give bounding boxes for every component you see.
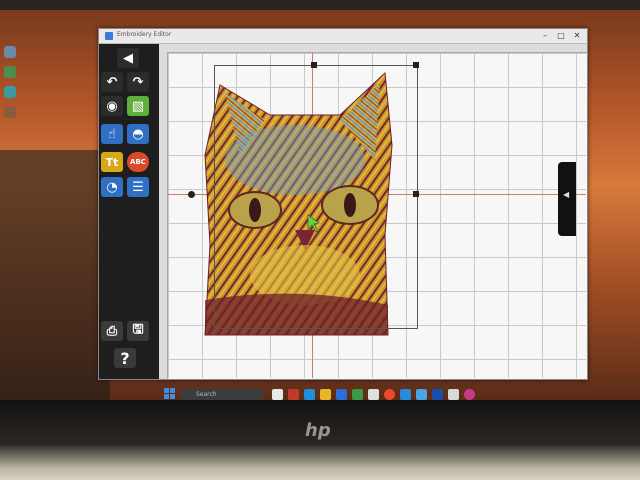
horizontal-ruler [159, 44, 587, 53]
design-canvas[interactable] [168, 53, 586, 378]
media-icon[interactable] [464, 389, 475, 400]
layers-icon: ☰ [132, 179, 144, 195]
select-button[interactable]: ☝ [101, 124, 123, 144]
palette-button[interactable]: ◔ [101, 177, 123, 197]
desktop-icon[interactable] [4, 66, 16, 78]
tool-palette: ◀ ↶ ↷ ◉ ▧ ☝ ◓ Tt ABC ◔ ☰ ⎙ 🖫 ? [99, 44, 159, 379]
chrome-icon[interactable] [384, 389, 395, 400]
save-button[interactable]: 🖫 [127, 321, 149, 341]
maximize-button[interactable]: □ [553, 29, 569, 43]
eye-icon: ◉ [106, 98, 118, 114]
hand-pointer-icon: ☝ [108, 126, 116, 142]
chevron-left-icon: ◀ [563, 190, 570, 199]
redo-button[interactable]: ↷ [127, 72, 149, 92]
hp-logo: hp [305, 420, 331, 441]
taskview-icon[interactable] [272, 389, 283, 400]
app-icon [105, 32, 113, 40]
selection-box [214, 65, 418, 329]
shape-icon: ◓ [132, 126, 144, 142]
title-bar: Embroidery Editor – □ ✕ [99, 29, 587, 44]
palette-icon: ◔ [106, 179, 118, 195]
app-icon[interactable] [288, 389, 299, 400]
side-panel-toggle[interactable]: ◀ [558, 162, 576, 236]
resize-handle-top[interactable] [311, 62, 317, 68]
settings-icon[interactable] [416, 389, 427, 400]
wallpaper-shadow [0, 150, 110, 400]
undo-icon: ↶ [106, 74, 118, 90]
back-button[interactable]: ◀ [117, 48, 139, 68]
desktop-icon[interactable] [4, 86, 16, 98]
desktop-icon[interactable] [4, 46, 16, 58]
vertical-ruler [159, 52, 168, 379]
shape-button[interactable]: ◓ [127, 124, 149, 144]
text-button[interactable]: Tt [101, 152, 123, 172]
image-icon: ▧ [131, 98, 145, 114]
mail-icon[interactable] [352, 389, 363, 400]
calendar-icon[interactable] [368, 389, 379, 400]
word-icon[interactable] [432, 389, 443, 400]
resize-handle-top-right[interactable] [413, 62, 419, 68]
save-icon: 🖫 [132, 322, 144, 337]
file-explorer-icon[interactable] [320, 389, 331, 400]
desktop-icon[interactable] [4, 106, 16, 118]
minimize-button[interactable]: – [537, 29, 553, 43]
desktop-icons [2, 38, 20, 126]
printer-icon: ⎙ [106, 323, 118, 339]
help-button[interactable]: ? [114, 348, 136, 368]
app-window: Embroidery Editor – □ ✕ ◀ ↶ ↷ ◉ ▧ ☝ ◓ Tt… [98, 28, 588, 380]
resize-handle-right[interactable] [413, 191, 419, 197]
monogram-icon: ABC [130, 158, 146, 166]
start-button[interactable] [164, 388, 176, 400]
rotate-handle[interactable] [188, 191, 195, 198]
back-arrow-icon: ◀ [123, 50, 133, 66]
help-icon: ? [120, 348, 130, 368]
text-icon: Tt [105, 155, 119, 169]
store-icon[interactable] [336, 389, 347, 400]
close-button[interactable]: ✕ [569, 29, 585, 43]
layers-button[interactable]: ☰ [127, 177, 149, 197]
redo-icon: ↷ [132, 74, 144, 90]
print-button[interactable]: ⎙ [101, 321, 123, 341]
undo-button[interactable]: ↶ [101, 72, 123, 92]
image-button[interactable]: ▧ [127, 96, 149, 116]
monogram-button[interactable]: ABC [127, 152, 149, 172]
view-button[interactable]: ◉ [101, 96, 123, 116]
window-title: Embroidery Editor [117, 31, 172, 38]
camera-icon[interactable] [448, 389, 459, 400]
edge-icon[interactable] [304, 389, 315, 400]
photos-icon[interactable] [400, 389, 411, 400]
